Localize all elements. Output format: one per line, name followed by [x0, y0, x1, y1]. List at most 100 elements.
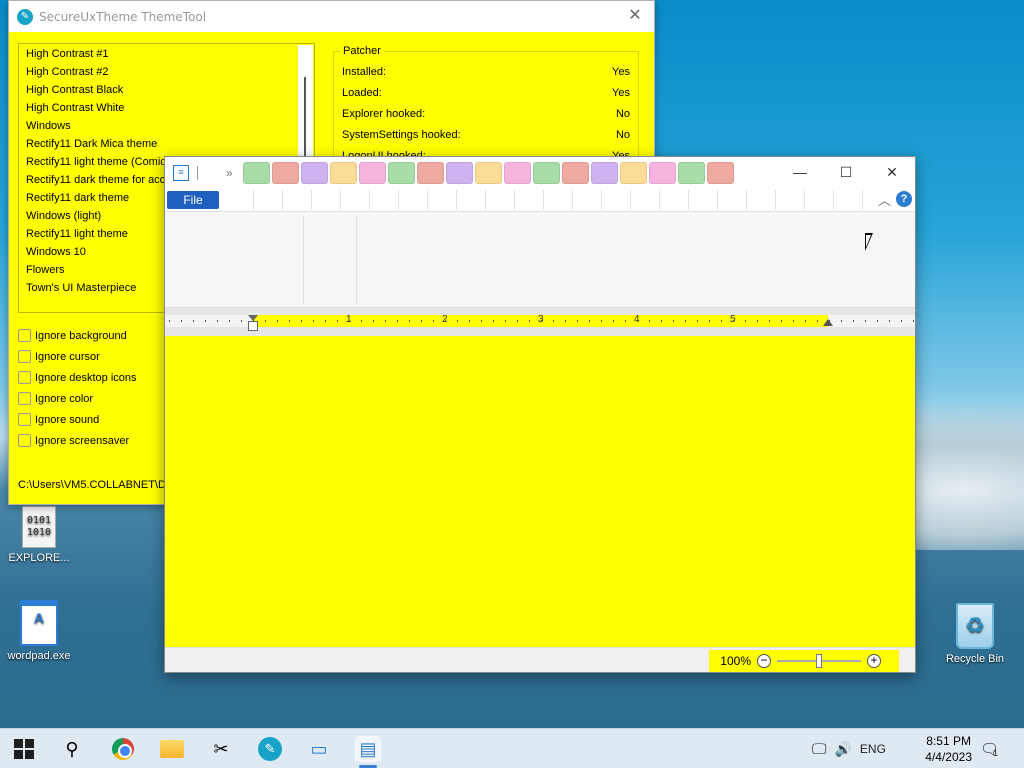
ribbon-tab-slot[interactable]	[225, 189, 254, 210]
quick-access-button[interactable]	[329, 161, 357, 184]
zoom-in-button[interactable]: +	[867, 654, 881, 668]
patcher-status-value: No	[615, 107, 630, 120]
file-explorer-icon[interactable]	[159, 736, 185, 762]
checkbox[interactable]	[18, 350, 31, 363]
ribbon-tab-slot[interactable]	[515, 189, 544, 210]
ribbon-tab-slot[interactable]	[486, 189, 515, 210]
ribbon-tab-slot[interactable]	[428, 189, 457, 210]
ribbon-tab-slot[interactable]	[254, 189, 283, 210]
zoom-control: 100% − +	[709, 650, 899, 672]
ruler-tick	[565, 320, 566, 322]
checkbox[interactable]	[18, 392, 31, 405]
quick-access-button[interactable]	[445, 161, 473, 184]
themetool-titlebar[interactable]: ✎ SecureUxTheme ThemeTool ✕	[9, 1, 654, 32]
quick-access-button[interactable]	[648, 161, 676, 184]
zoom-out-button[interactable]: −	[757, 654, 771, 668]
ribbon-tab-slot[interactable]	[370, 189, 399, 210]
document-area[interactable]	[165, 336, 915, 647]
help-icon[interactable]: ?	[896, 191, 912, 207]
option-checkbox-row[interactable]: Ignore sound	[18, 409, 137, 430]
ribbon-tab-slot[interactable]	[834, 189, 863, 210]
ribbon-separator	[356, 216, 357, 304]
maximize-button[interactable]: ☐	[823, 157, 869, 188]
option-checkbox-row[interactable]: Ignore background	[18, 325, 137, 346]
theme-list-item[interactable]: High Contrast White	[26, 99, 294, 117]
ribbon-tab-slot[interactable]	[660, 189, 689, 210]
quick-access-button[interactable]	[358, 161, 386, 184]
quick-access-button[interactable]	[474, 161, 502, 184]
ribbon-tab-slot[interactable]	[283, 189, 312, 210]
quick-access-button[interactable]	[242, 161, 270, 184]
themetool-taskbar-icon[interactable]: ✎	[257, 736, 283, 762]
close-icon[interactable]: ✕	[624, 7, 646, 27]
theme-list-item[interactable]: Windows	[26, 117, 294, 135]
ribbon-tab-slot[interactable]	[805, 189, 834, 210]
quick-access-button[interactable]	[590, 161, 618, 184]
ribbon-tab-slot[interactable]	[718, 189, 747, 210]
ribbon-tab-slot[interactable]	[747, 189, 776, 210]
wordpad-taskbar-icon[interactable]: ▤	[355, 736, 381, 768]
checkbox[interactable]	[18, 371, 31, 384]
wordpad-app-icon[interactable]: ≡	[173, 164, 189, 181]
volume-icon[interactable]: 🔊	[834, 741, 851, 758]
theme-list-item[interactable]: Rectify11 Dark Mica theme	[26, 135, 294, 153]
ribbon-tab-slot[interactable]	[341, 189, 370, 210]
quick-access-button[interactable]	[387, 161, 415, 184]
network-icon[interactable]: 🖵	[812, 741, 826, 758]
ruler-tick	[613, 320, 614, 322]
quick-access-more-icon[interactable]: »	[226, 166, 233, 180]
clock-time: 8:51 PM	[926, 734, 971, 748]
file-tab[interactable]: File	[167, 190, 219, 209]
ribbon-tab-slot[interactable]	[399, 189, 428, 210]
quick-access-button[interactable]	[300, 161, 328, 184]
minimize-button[interactable]: —	[777, 157, 823, 188]
right-indent-marker[interactable]	[823, 319, 833, 326]
ribbon-tab-slot[interactable]	[544, 189, 573, 210]
tools-icon[interactable]: ✂	[208, 736, 234, 762]
chrome-icon[interactable]	[110, 736, 136, 762]
desktop-icon-wordpad[interactable]: A wordpad.exe	[2, 600, 76, 662]
language-indicator[interactable]: ENG	[860, 742, 886, 756]
quick-access-button[interactable]	[416, 161, 444, 184]
ribbon-tab-slot[interactable]	[689, 189, 718, 210]
ribbon-tab-slot[interactable]	[602, 189, 631, 210]
ribbon-tab-slot[interactable]	[312, 189, 341, 210]
zoom-percent[interactable]: 100%	[709, 654, 751, 668]
ribbon-tab-slot[interactable]	[631, 189, 660, 210]
wordpad-titlebar[interactable]: ≡ » — ☐ ✕	[165, 157, 915, 188]
ribbon-tab-slot[interactable]	[457, 189, 486, 210]
quick-access-button[interactable]	[619, 161, 647, 184]
quick-access-button[interactable]	[532, 161, 560, 184]
checkbox[interactable]	[18, 329, 31, 342]
quick-access-button[interactable]	[503, 161, 531, 184]
option-checkbox-row[interactable]: Ignore cursor	[18, 346, 137, 367]
option-checkbox-row[interactable]: Ignore desktop icons	[18, 367, 137, 388]
start-button[interactable]	[11, 736, 37, 762]
quick-access-button[interactable]	[677, 161, 705, 184]
option-checkbox-row[interactable]: Ignore color	[18, 388, 137, 409]
desktop-icon-recycle-bin[interactable]: ♻ Recycle Bin	[938, 603, 1012, 665]
theme-list-item[interactable]: High Contrast #2	[26, 63, 294, 81]
ribbon-tab-slot[interactable]	[776, 189, 805, 210]
theme-list-item[interactable]: High Contrast Black	[26, 81, 294, 99]
ribbon-tab-slot[interactable]	[573, 189, 602, 210]
zoom-slider[interactable]	[777, 654, 861, 668]
clock[interactable]: 8:51 PM 4/4/2023	[925, 733, 972, 765]
close-button[interactable]: ✕	[869, 157, 915, 188]
ruler[interactable]: 12345	[165, 314, 915, 331]
collapse-ribbon-icon[interactable]: ︿	[878, 190, 891, 209]
quick-access-button[interactable]	[706, 161, 734, 184]
checkbox[interactable]	[18, 434, 31, 447]
quick-access-button[interactable]	[271, 161, 299, 184]
notepad-taskbar-icon[interactable]: ▭	[306, 736, 332, 762]
option-checkbox-row[interactable]: Ignore screensaver	[18, 430, 137, 451]
wordpad-window: ≡ » — ☐ ✕ File ︿ ? 12345 100% −	[164, 156, 916, 673]
theme-list-item[interactable]: High Contrast #1	[26, 45, 294, 63]
notification-center-icon[interactable]: 🗨 1	[980, 729, 999, 768]
search-icon[interactable]: ⚲	[59, 736, 85, 762]
desktop-icon-explorer[interactable]: 0101 1010 EXPLORE...	[2, 506, 76, 564]
checkbox[interactable]	[18, 413, 31, 426]
quick-access-button[interactable]	[561, 161, 589, 184]
left-indent-marker[interactable]	[248, 321, 258, 331]
zoom-slider-thumb[interactable]	[816, 654, 822, 668]
